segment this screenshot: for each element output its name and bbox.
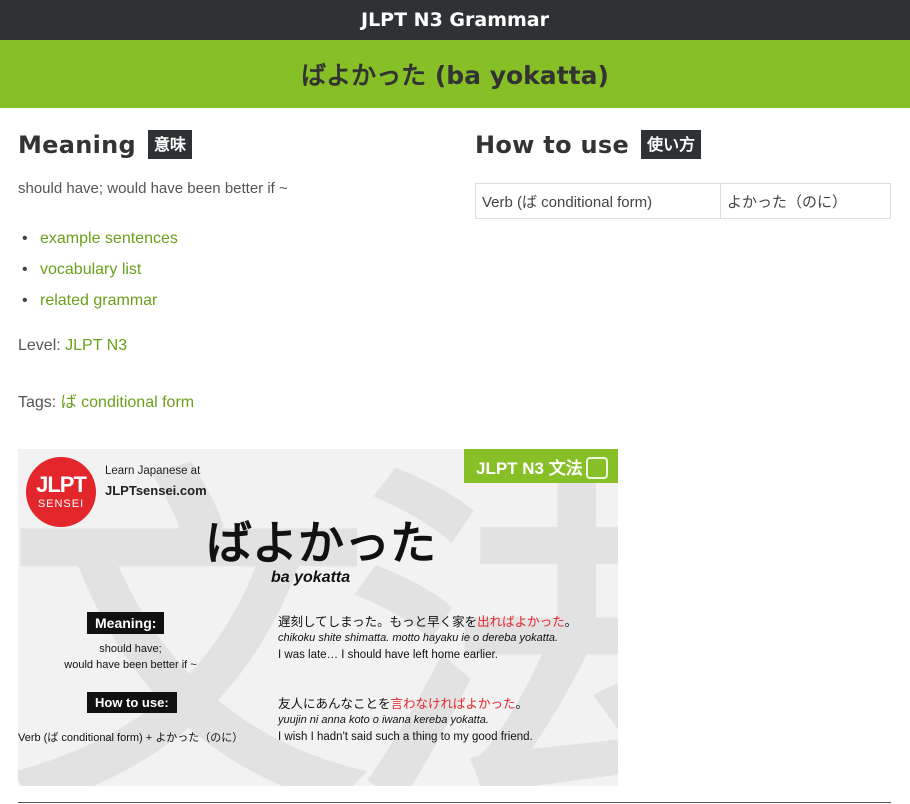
card-meaning-label: Meaning: xyxy=(87,612,165,634)
card-example-1: 遅刻してしまった。もっと早く家を出ればよかった。 chikoku shite s… xyxy=(278,613,577,664)
example-2-jp-after: 。 xyxy=(515,697,529,711)
how-to-use-badge: 使い方 xyxy=(641,130,702,160)
example-1-jp-after: 。 xyxy=(564,615,578,629)
section-links: example sentences vocabulary list relate… xyxy=(22,228,178,321)
logo-line1: JLPT xyxy=(36,472,87,497)
related-grammar-link[interactable]: related grammar xyxy=(40,292,157,309)
card-romaji: ba yokatta xyxy=(271,569,351,586)
list-item: example sentences xyxy=(22,228,178,259)
table-row: Verb (ば conditional form) よかった（のに） xyxy=(475,183,891,219)
example-1-english: I was late… I should have left home earl… xyxy=(278,649,498,662)
usage-cell-ending: よかった（のに） xyxy=(720,183,891,219)
page-title: ばよかった (ba yokatta) xyxy=(301,61,609,90)
divider xyxy=(18,802,891,803)
example-1-jp-before: 遅刻してしまった。もっと早く家を xyxy=(278,615,478,629)
card-example-2: 友人にあんなことを言わなければよかった。 yuujin ni anna koto… xyxy=(278,695,533,746)
how-to-use-heading: How to use 使い方 xyxy=(475,130,702,160)
example-2-english: I wish I hadn't said such a thing to my … xyxy=(278,731,533,744)
example-1-jp: 遅刻してしまった。もっと早く家を出ればよかった。 xyxy=(278,613,577,631)
example-2-jp-before: 友人にあんなことを xyxy=(278,697,391,711)
card-meaning-text: should have; would have been better if ~ xyxy=(18,642,243,674)
level-link[interactable]: JLPT N3 xyxy=(65,337,127,354)
list-item: related grammar xyxy=(22,290,178,321)
usage-cell-form: Verb (ば conditional form) xyxy=(475,183,721,219)
level-label: Level: xyxy=(18,337,61,354)
tag-link[interactable]: ば conditional form xyxy=(61,394,194,411)
page-title-bar: ばよかった (ba yokatta) xyxy=(0,40,910,108)
example-2-jp: 友人にあんなことを言わなければよかった。 xyxy=(278,695,533,713)
card-howto-label: How to use: xyxy=(87,692,177,713)
card-meaning-line2: would have been better if ~ xyxy=(64,658,197,671)
card-learn-text: Learn Japanese at xyxy=(105,465,201,477)
example-2-jp-highlight: 言わなければよかった xyxy=(390,697,516,711)
card-site-text: JLPTsensei.com xyxy=(105,483,207,498)
card-howto-text: Verb (ば conditional form) + よかった（のに） xyxy=(18,732,244,744)
meaning-badge: 意味 xyxy=(148,130,193,160)
tags-line: Tags: ば conditional form xyxy=(18,388,194,412)
site-title[interactable]: JLPT N3 Grammar xyxy=(361,9,549,31)
meaning-heading-text: Meaning xyxy=(18,130,137,159)
grammar-card-image[interactable]: 文 法 JLPT SENSEI Learn Japanese at JLPTse… xyxy=(18,449,618,786)
example-2-romaji: yuujin ni anna koto o iwana kereba yokat… xyxy=(278,714,489,727)
card-grammar-point: ばよかった xyxy=(206,516,436,570)
vocabulary-list-link[interactable]: vocabulary list xyxy=(40,261,141,278)
example-1-romaji: chikoku shite shimatta. motto hayaku ie … xyxy=(278,632,559,645)
example-sentences-link[interactable]: example sentences xyxy=(40,230,178,247)
logo-line2: SENSEI xyxy=(37,498,85,510)
tags-label: Tags: xyxy=(18,394,57,411)
jlpt-sensei-logo: JLPT SENSEI xyxy=(26,457,96,527)
meaning-heading: Meaning 意味 xyxy=(18,130,193,160)
usage-table: Verb (ば conditional form) よかった（のに） xyxy=(475,183,891,219)
card-meaning-line1: should have; xyxy=(99,643,162,655)
site-header: JLPT N3 Grammar xyxy=(0,0,910,40)
list-item: vocabulary list xyxy=(22,259,178,290)
meaning-text: should have; would have been better if ~ xyxy=(18,180,288,197)
expand-icon[interactable] xyxy=(586,457,608,479)
how-to-use-heading-text: How to use xyxy=(475,130,630,159)
example-1-jp-highlight: 出ればよかった xyxy=(477,615,565,629)
level-line: Level: JLPT N3 xyxy=(18,337,127,355)
